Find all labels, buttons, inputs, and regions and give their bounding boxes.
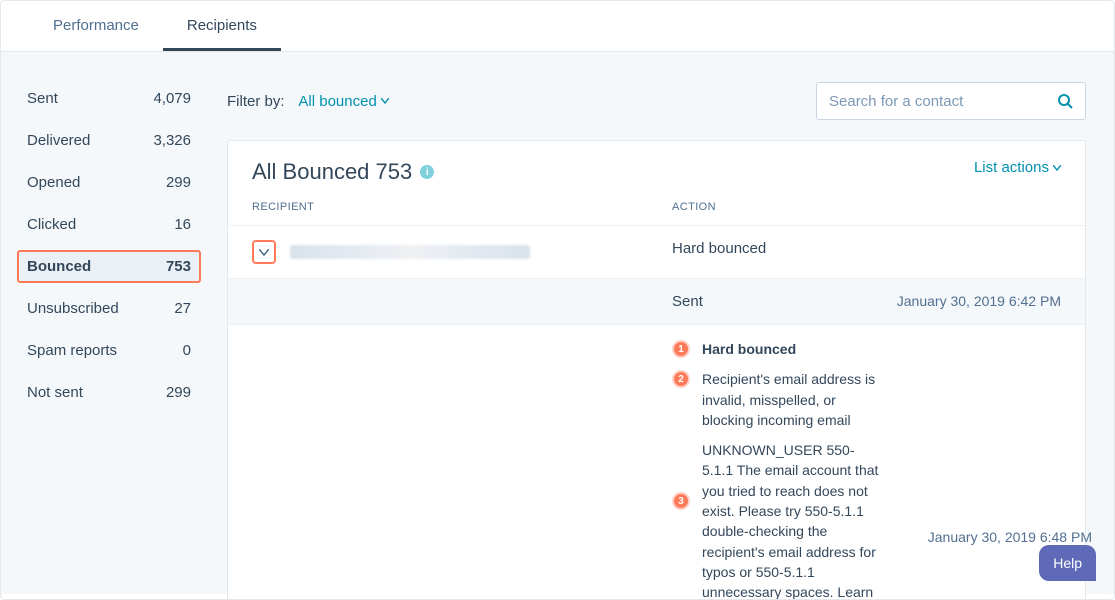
table-row-detail: 1 Hard bounced 2 Recipient's email addre… [228, 324, 1085, 600]
annotation-badge-3: 3 [672, 492, 690, 510]
sidebar-item-spam-reports[interactable]: Spam reports0 [17, 334, 201, 367]
sidebar-item-not-sent[interactable]: Not sent299 [17, 376, 201, 409]
filter-dropdown[interactable]: All bounced [298, 93, 388, 110]
chevron-down-icon [1053, 165, 1061, 171]
status-sidebar: Sent4,079 Delivered3,326 Opened299 Click… [17, 82, 201, 594]
tab-performance[interactable]: Performance [29, 1, 163, 51]
bounce-reason: Recipient's email address is invalid, mi… [702, 369, 882, 430]
filter-label: Filter by: [227, 93, 285, 110]
filter-control: Filter by: All bounced [227, 93, 389, 110]
recipient-email-redacted [290, 245, 530, 259]
chevron-down-icon [381, 98, 389, 104]
table-headers: RECIPIENT ACTION [228, 197, 1085, 225]
sidebar-item-unsubscribed[interactable]: Unsubscribed27 [17, 292, 201, 325]
list-actions-dropdown[interactable]: List actions [974, 159, 1061, 176]
table-row[interactable]: Hard bounced [228, 225, 1085, 278]
search-input-container[interactable] [816, 82, 1086, 120]
sidebar-item-bounced[interactable]: Bounced753 [17, 250, 201, 283]
annotation-badge-1: 1 [672, 340, 690, 358]
action-cell: Hard bounced [672, 240, 851, 257]
table-row[interactable]: Sent January 30, 2019 6:42 PM [228, 278, 1085, 324]
date-cell: January 30, 2019 6:48 PM [882, 529, 1092, 545]
column-action: ACTION [672, 201, 851, 213]
expand-row-button[interactable] [252, 240, 276, 264]
info-icon[interactable]: i [420, 165, 434, 179]
page-title: All Bounced 753 i [252, 159, 434, 185]
chevron-down-icon [259, 249, 269, 256]
annotation-badge-2: 2 [672, 370, 690, 388]
bounce-title: Hard bounced [702, 339, 796, 359]
tab-recipients[interactable]: Recipients [163, 1, 281, 51]
search-icon [1057, 93, 1073, 109]
sidebar-item-sent[interactable]: Sent4,079 [17, 82, 201, 115]
help-button[interactable]: Help [1039, 545, 1096, 581]
sidebar-item-opened[interactable]: Opened299 [17, 166, 201, 199]
action-cell: Sent [672, 293, 851, 310]
recipients-card: All Bounced 753 i List actions RECIPIENT… [227, 140, 1086, 600]
sidebar-item-delivered[interactable]: Delivered3,326 [17, 124, 201, 157]
date-cell: January 30, 2019 6:42 PM [851, 293, 1061, 309]
sidebar-item-clicked[interactable]: Clicked16 [17, 208, 201, 241]
column-recipient: RECIPIENT [252, 201, 672, 213]
search-input[interactable] [829, 93, 1057, 110]
bounce-message: UNKNOWN_USER 550-5.1.1 The email account… [702, 440, 882, 600]
main-tabs: Performance Recipients [1, 1, 1114, 52]
